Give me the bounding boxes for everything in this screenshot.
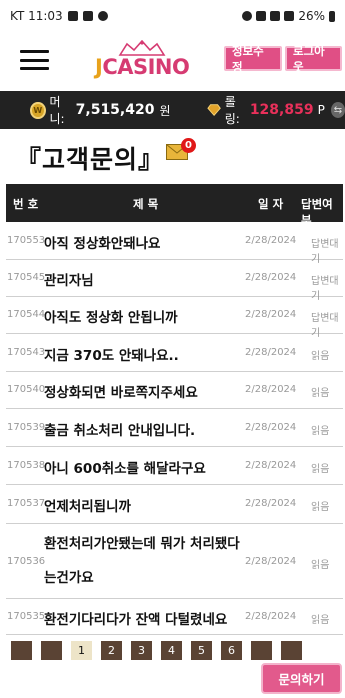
row-subject[interactable]: 지금 370도 안돼나요.. (44, 344, 179, 364)
first-page-button[interactable] (11, 641, 32, 660)
row-subject[interactable]: 언제처리됩니까 (44, 495, 131, 515)
row-num: 170537 (7, 498, 46, 509)
logout-button[interactable]: 로그아웃 (285, 44, 342, 74)
page-5[interactable]: 5 (191, 641, 212, 660)
row-date: 2/28/2024 (245, 347, 297, 358)
gallery-icon (67, 11, 78, 21)
last-page-button[interactable] (281, 641, 302, 660)
table-row[interactable]: 170553 아직 정상화안돼나요 2/28/2024 답변대기 (6, 222, 343, 265)
next-page-button[interactable] (251, 641, 272, 660)
row-num: 170539 (7, 422, 46, 433)
table-row[interactable]: 170535 환전기다리다가 잔액 다털렸네요 2/28/2024 읽음 (6, 599, 343, 635)
table-row[interactable]: 170536 환전처리가안됐는데 뭐가 처리됐다는건가요 2/28/2024 읽… (6, 524, 343, 599)
row-num: 170540 (7, 384, 46, 395)
row-subject[interactable]: 아니 600취소를 해달라구요 (44, 457, 206, 477)
row-date: 2/28/2024 (245, 460, 297, 471)
unread-badge: 0 (181, 138, 196, 153)
table-row[interactable]: 170544 아직도 정상화 안됩니까 2/28/2024 답변대기 (6, 297, 343, 339)
row-status: 읽음 (311, 464, 330, 475)
chat-icon (82, 11, 93, 21)
pagination: 1 2 3 4 5 6 (11, 641, 302, 660)
rolling-value: 128,859 (249, 102, 314, 118)
menu-icon[interactable] (20, 50, 49, 70)
row-status: 읽음 (311, 502, 330, 513)
table-row[interactable]: 170543 지금 370도 안돼나요.. 2/28/2024 읽음 (6, 334, 343, 372)
row-num: 170553 (7, 235, 46, 246)
status-time: KT 11:03 (10, 9, 63, 23)
table-row[interactable]: 170538 아니 600취소를 해달라구요 2/28/2024 읽음 (6, 447, 343, 485)
page-2[interactable]: 2 (101, 641, 122, 660)
status-bar: KT 11:03 26% (0, 0, 345, 32)
site-logo[interactable]: JCASINO (95, 40, 190, 82)
rolling-label: 롤링: (224, 95, 240, 126)
gem-icon (206, 104, 221, 116)
table-header: 번 호 제 목 일 자 답변여부 (6, 184, 343, 227)
table-row[interactable]: 170537 언제처리됩니까 2/28/2024 읽음 (6, 485, 343, 524)
row-status: 읽음 (311, 388, 330, 399)
table-row[interactable]: 170539 출금 취소처리 안내입니다. 2/28/2024 읽음 (6, 409, 343, 447)
app-header: JCASINO 정보수정 로그아웃 (0, 32, 345, 88)
alarm-icon (242, 11, 253, 21)
row-subject[interactable]: 관리자님 (44, 269, 94, 289)
messenger-icon (97, 11, 108, 21)
money-value: 7,515,420 (75, 102, 155, 118)
header-num: 번 호 (13, 197, 39, 211)
row-num: 170543 (7, 347, 46, 358)
prev-page-button[interactable] (41, 641, 62, 660)
row-date: 2/28/2024 (245, 384, 297, 395)
row-subject[interactable]: 아직도 정상화 안됩니까 (44, 306, 178, 326)
money-label: 머니: (49, 95, 65, 126)
money-unit: 원 (159, 103, 171, 118)
row-date: 2/28/2024 (245, 556, 297, 567)
row-date: 2/28/2024 (245, 272, 297, 283)
page-4[interactable]: 4 (161, 641, 182, 660)
row-status: 읽음 (311, 351, 330, 362)
signal-icon (284, 11, 295, 21)
wifi-icon (256, 11, 267, 21)
row-num: 170536 (7, 556, 46, 567)
row-num: 170535 (7, 611, 46, 622)
row-num: 170545 (7, 272, 46, 283)
row-subject[interactable]: 출금 취소처리 안내입니다. (44, 419, 195, 439)
row-date: 2/28/2024 (245, 422, 297, 433)
table-row[interactable]: 170545 관리자님 2/28/2024 답변대기 (6, 260, 343, 302)
row-subject[interactable]: 아직 정상화안돼나요 (44, 232, 160, 252)
row-subject[interactable]: 환전처리가안됐는데 뭐가 처리됐다는건가요 (44, 527, 244, 595)
row-status: 읽음 (311, 426, 330, 437)
table-row[interactable]: 170540 정상화되면 바로쪽지주세요 2/28/2024 읽음 (6, 372, 343, 409)
new-inquiry-button[interactable]: 문의하기 (261, 663, 342, 694)
row-subject[interactable]: 정상화되면 바로쪽지주세요 (44, 381, 198, 401)
edit-info-button[interactable]: 정보수정 (224, 44, 282, 74)
battery-icon (329, 10, 335, 22)
row-date: 2/28/2024 (245, 309, 297, 320)
row-num: 170544 (7, 309, 46, 320)
page-1[interactable]: 1 (71, 641, 92, 660)
row-num: 170538 (7, 460, 46, 471)
header-date: 일 자 (258, 197, 284, 211)
header-subject: 제 목 (133, 197, 159, 211)
exchange-icon[interactable]: ⇆ (330, 102, 345, 118)
row-status: 읽음 (311, 615, 330, 626)
row-subject[interactable]: 환전기다리다가 잔액 다털렸네요 (44, 608, 227, 628)
user-balance-bar: W 머니: 7,515,420 원 롤링: 128,859 P ⇆ (0, 91, 345, 129)
logo-casino: CASINO (102, 55, 190, 79)
rolling-unit: P (317, 103, 325, 117)
coin-icon: W (30, 101, 46, 119)
hd-icon (270, 11, 281, 21)
battery-percent: 26% (298, 9, 325, 23)
page-6[interactable]: 6 (221, 641, 242, 660)
row-date: 2/28/2024 (245, 235, 297, 246)
row-status: 읽음 (311, 560, 330, 571)
row-date: 2/28/2024 (245, 498, 297, 509)
page-3[interactable]: 3 (131, 641, 152, 660)
row-date: 2/28/2024 (245, 611, 297, 622)
crown-icon (118, 40, 166, 56)
page-title: 『고객문의』 (16, 145, 165, 174)
